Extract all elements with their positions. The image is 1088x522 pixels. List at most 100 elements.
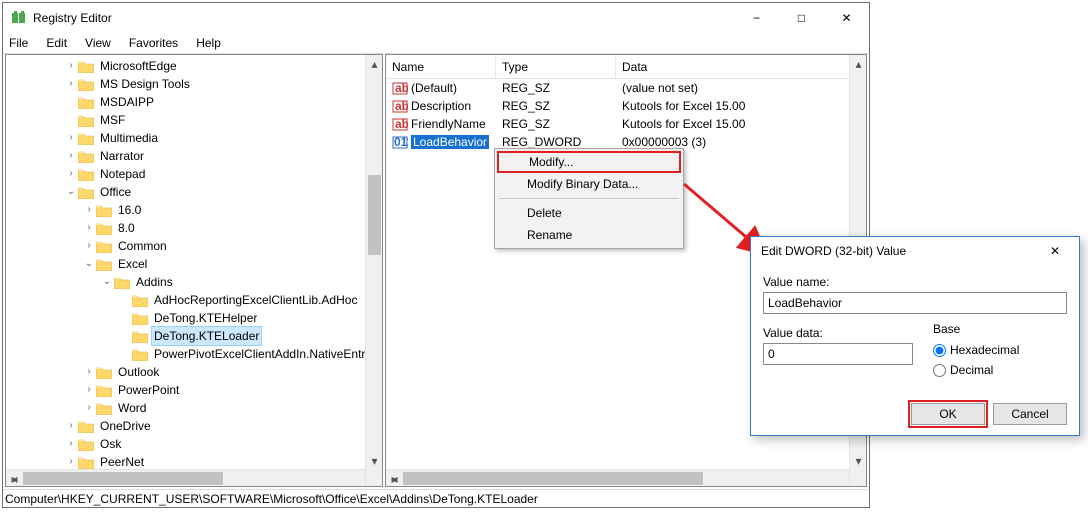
tree-item[interactable]: MSDAIPP bbox=[10, 93, 382, 111]
tree-pane[interactable]: ›MicrosoftEdge›MS Design ToolsMSDAIPPMSF… bbox=[5, 54, 383, 487]
chevron-icon[interactable]: ⌄ bbox=[64, 183, 78, 201]
col-header-type[interactable]: Type bbox=[496, 55, 616, 78]
tree-item[interactable]: ›Notepad bbox=[10, 165, 382, 183]
menu-view[interactable]: View bbox=[83, 34, 113, 52]
value-name: LoadBehavior bbox=[411, 135, 489, 149]
tree-item-label: DeTong.KTELoader bbox=[152, 327, 261, 345]
chevron-icon[interactable]: ⌄ bbox=[100, 273, 114, 291]
tree-item[interactable]: ⌄ Addins bbox=[10, 273, 382, 291]
chevron-icon[interactable]: › bbox=[82, 219, 96, 237]
chevron-icon[interactable]: › bbox=[64, 165, 78, 183]
value-type: REG_SZ bbox=[496, 97, 616, 115]
tree-item[interactable]: ›Common bbox=[10, 237, 382, 255]
string-value-icon: ab bbox=[392, 116, 408, 132]
chevron-icon[interactable]: › bbox=[64, 147, 78, 165]
tree-item-label: MS Design Tools bbox=[98, 75, 192, 93]
tree-item[interactable]: ›Osk bbox=[10, 435, 382, 453]
tree-item[interactable]: MSF bbox=[10, 111, 382, 129]
list-row[interactable]: ab(Default)REG_SZ(value not set) bbox=[386, 79, 866, 97]
scroll-thumb[interactable] bbox=[23, 472, 223, 485]
tree-item[interactable]: › Word bbox=[10, 399, 382, 417]
tree-vertical-scrollbar[interactable]: ▴ ▾ bbox=[365, 55, 382, 486]
tree-item[interactable]: ⌄ Office bbox=[10, 183, 382, 201]
chevron-icon[interactable]: ⌄ bbox=[82, 255, 96, 273]
tree-item[interactable]: ›Outlook bbox=[10, 363, 382, 381]
tree-item[interactable]: ›Multimedia bbox=[10, 129, 382, 147]
context-menu-item[interactable]: Modify Binary Data... bbox=[497, 173, 681, 195]
col-header-name[interactable]: Name bbox=[386, 55, 496, 78]
tree-item[interactable]: › 16.0 bbox=[10, 201, 382, 219]
value-data: Kutools for Excel 15.00 bbox=[616, 97, 866, 115]
svg-text:011: 011 bbox=[394, 135, 408, 149]
chevron-icon[interactable]: › bbox=[82, 381, 96, 399]
chevron-icon[interactable]: › bbox=[64, 417, 78, 435]
context-menu-item[interactable]: Modify... bbox=[497, 151, 681, 173]
value-data: Kutools for Excel 15.00 bbox=[616, 115, 866, 133]
tree-item-label: 16.0 bbox=[116, 201, 143, 219]
close-button[interactable]: ✕ bbox=[824, 4, 869, 32]
tree-item[interactable]: DeTong.KTELoader bbox=[10, 327, 382, 345]
tree-item-label: Word bbox=[116, 399, 148, 417]
chevron-icon[interactable]: › bbox=[82, 399, 96, 417]
tree-item[interactable]: AdHocReportingExcelClientLib.AdHoc bbox=[10, 291, 382, 309]
chevron-icon[interactable]: › bbox=[82, 363, 96, 381]
scroll-down-icon[interactable]: ▾ bbox=[850, 452, 867, 469]
value-data: (value not set) bbox=[616, 79, 866, 97]
tree-item-label: MSF bbox=[98, 111, 127, 129]
folder-icon bbox=[96, 365, 112, 379]
scroll-right-icon[interactable]: ▸ bbox=[6, 470, 23, 487]
scroll-thumb[interactable] bbox=[368, 175, 381, 255]
context-menu-item[interactable]: Rename bbox=[497, 224, 681, 246]
scroll-up-icon[interactable]: ▴ bbox=[366, 55, 383, 72]
tree-item[interactable]: ›OneDrive bbox=[10, 417, 382, 435]
scroll-thumb[interactable] bbox=[403, 472, 703, 485]
dialog-close-button[interactable]: ✕ bbox=[1035, 239, 1075, 263]
binary-value-icon: 011 bbox=[392, 134, 408, 150]
folder-icon bbox=[78, 131, 94, 145]
radio-hexadecimal[interactable] bbox=[933, 344, 946, 357]
context-menu-item[interactable]: Delete bbox=[497, 202, 681, 224]
tree-horizontal-scrollbar[interactable]: ◂ ▸ bbox=[6, 469, 365, 486]
folder-icon bbox=[132, 347, 148, 361]
list-row[interactable]: abDescriptionREG_SZKutools for Excel 15.… bbox=[386, 97, 866, 115]
chevron-icon[interactable]: › bbox=[64, 57, 78, 75]
tree-item-label: MSDAIPP bbox=[98, 93, 156, 111]
value-name-input[interactable] bbox=[763, 292, 1067, 314]
chevron-icon[interactable]: › bbox=[82, 237, 96, 255]
tree-item[interactable]: ›MicrosoftEdge bbox=[10, 57, 382, 75]
dialog-title[interactable]: Edit DWORD (32-bit) Value bbox=[751, 237, 1079, 265]
scroll-up-icon[interactable]: ▴ bbox=[850, 55, 867, 72]
tree-item-label: Addins bbox=[134, 273, 175, 291]
radio-decimal[interactable] bbox=[933, 364, 946, 377]
tree-item[interactable]: DeTong.KTEHelper bbox=[10, 309, 382, 327]
list-horizontal-scrollbar[interactable]: ◂ ▸ bbox=[386, 469, 849, 486]
value-data-input[interactable] bbox=[763, 343, 913, 365]
maximize-button[interactable]: □ bbox=[779, 4, 824, 32]
col-header-data[interactable]: Data bbox=[616, 55, 866, 78]
menu-file[interactable]: File bbox=[7, 34, 30, 52]
tree-item[interactable]: ⌄ Excel bbox=[10, 255, 382, 273]
tree-item-label: Office bbox=[98, 183, 133, 201]
tree-item[interactable]: ›Narrator bbox=[10, 147, 382, 165]
scroll-down-icon[interactable]: ▾ bbox=[366, 452, 383, 469]
folder-icon bbox=[78, 419, 94, 433]
ok-button[interactable]: OK bbox=[911, 403, 985, 425]
minimize-button[interactable]: − bbox=[734, 4, 779, 32]
tree-item[interactable]: ›PowerPoint bbox=[10, 381, 382, 399]
menu-edit[interactable]: Edit bbox=[44, 34, 69, 52]
menu-help[interactable]: Help bbox=[194, 34, 223, 52]
tree-item[interactable]: PowerPivotExcelClientAddIn.NativeEntry bbox=[10, 345, 382, 363]
tree-item-label: Excel bbox=[116, 255, 149, 273]
folder-icon bbox=[114, 275, 130, 289]
scroll-right-icon[interactable]: ▸ bbox=[386, 470, 403, 487]
chevron-icon[interactable]: › bbox=[64, 129, 78, 147]
chevron-icon[interactable]: › bbox=[64, 75, 78, 93]
menu-favorites[interactable]: Favorites bbox=[127, 34, 180, 52]
tree-item[interactable]: › MS Design Tools bbox=[10, 75, 382, 93]
chevron-icon[interactable]: › bbox=[82, 201, 96, 219]
cancel-button[interactable]: Cancel bbox=[993, 403, 1067, 425]
chevron-icon[interactable]: › bbox=[64, 435, 78, 453]
list-row[interactable]: abFriendlyNameREG_SZKutools for Excel 15… bbox=[386, 115, 866, 133]
tree-item[interactable]: ›8.0 bbox=[10, 219, 382, 237]
titlebar[interactable]: Registry Editor − □ ✕ bbox=[3, 3, 869, 33]
